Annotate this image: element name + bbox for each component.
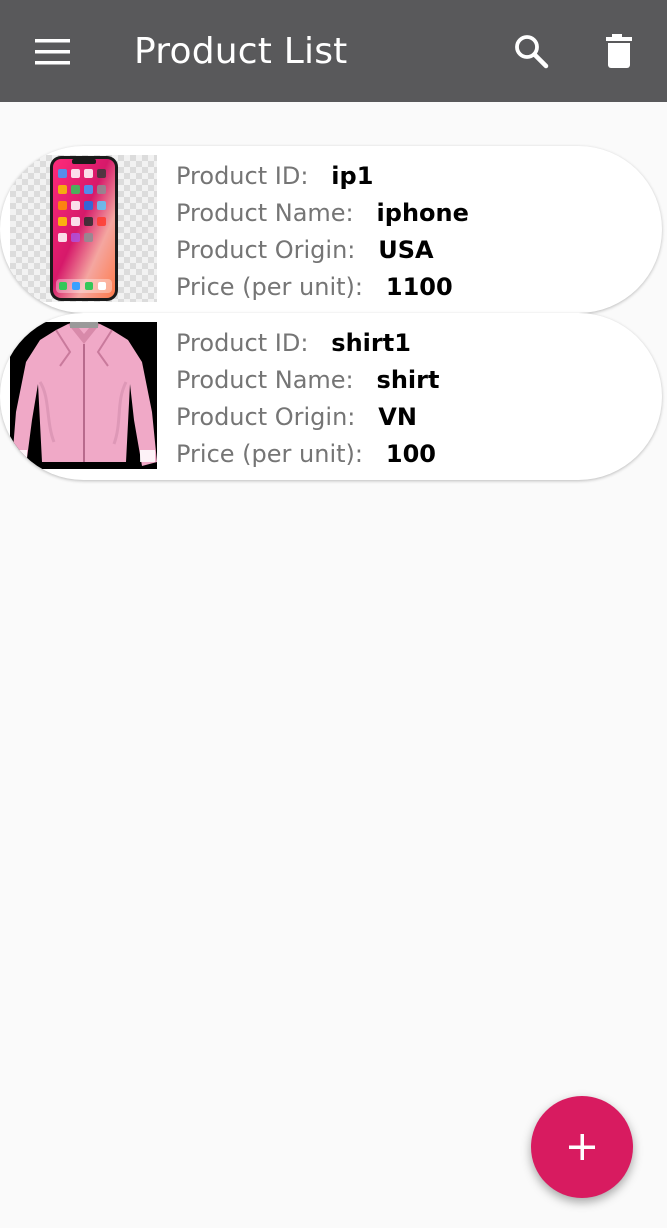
app-bar: Product List: [0, 0, 667, 102]
search-button[interactable]: [508, 28, 554, 74]
list-item[interactable]: Product ID: shirt1 Product Name: shirt P…: [0, 313, 662, 480]
product-id-value: shirt1: [331, 329, 411, 357]
product-name-label: Product Name:: [176, 366, 354, 394]
product-price-label: Price (per unit):: [176, 273, 363, 301]
product-name-value: shirt: [376, 366, 440, 394]
product-price-row: Price (per unit): 1100: [176, 272, 453, 302]
pink-shirt-image: [10, 322, 157, 469]
page-title: Product List: [134, 31, 348, 72]
product-image: [10, 322, 157, 469]
product-name-row: Product Name: shirt: [176, 365, 439, 395]
add-product-button[interactable]: [531, 1096, 633, 1198]
product-origin-value: USA: [378, 236, 434, 264]
hamburger-menu-icon: [35, 39, 70, 65]
product-origin-row: Product Origin: VN: [176, 402, 417, 432]
list-item[interactable]: Product ID: ip1 Product Name: iphone Pro…: [0, 146, 662, 313]
product-name-value: iphone: [376, 199, 469, 227]
product-origin-row: Product Origin: USA: [176, 235, 434, 265]
product-price-value: 100: [385, 440, 436, 468]
trash-icon: [606, 34, 632, 68]
product-origin-label: Product Origin:: [176, 403, 356, 431]
menu-button[interactable]: [34, 37, 72, 67]
product-name-row: Product Name: iphone: [176, 198, 469, 228]
search-icon: [515, 35, 549, 69]
product-id-label: Product ID:: [176, 329, 309, 357]
smartphone-image: [10, 155, 157, 302]
product-id-row: Product ID: shirt1: [176, 328, 411, 358]
product-origin-value: VN: [378, 403, 417, 431]
product-image: [10, 155, 157, 302]
product-price-value: 1100: [385, 273, 453, 301]
product-name-label: Product Name:: [176, 199, 354, 227]
product-price-label: Price (per unit):: [176, 440, 363, 468]
product-id-row: Product ID: ip1: [176, 161, 373, 191]
plus-icon: [569, 1134, 595, 1160]
product-id-value: ip1: [331, 162, 374, 190]
product-origin-label: Product Origin:: [176, 236, 356, 264]
delete-button[interactable]: [597, 28, 643, 74]
product-price-row: Price (per unit): 100: [176, 439, 436, 469]
product-id-label: Product ID:: [176, 162, 309, 190]
